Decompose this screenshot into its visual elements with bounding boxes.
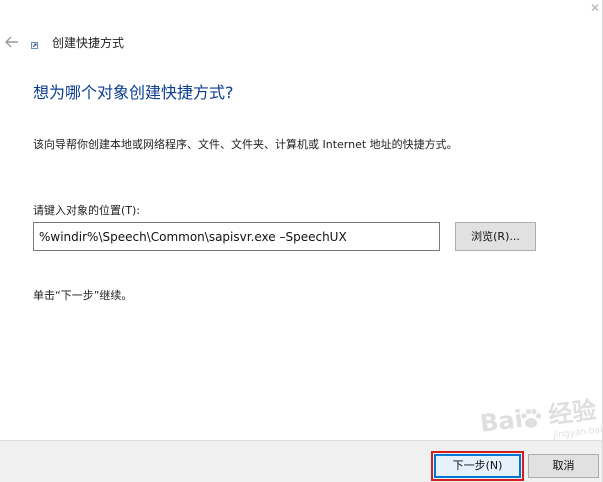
close-icon[interactable]: ✕ bbox=[587, 0, 603, 16]
shortcut-icon bbox=[31, 42, 38, 49]
wizard-description: 该向导帮你创建本地或网络程序、文件、文件夹、计算机或 Internet 地址的快… bbox=[33, 138, 458, 151]
back-arrow-icon bbox=[5, 36, 18, 48]
back-button[interactable] bbox=[2, 33, 22, 51]
shortcut-wizard-window: ✕ 创建快捷方式 想为哪个对象创建快捷方式? 该向导帮你创建本地或网络程序、文件… bbox=[0, 0, 603, 482]
window-title: 创建快捷方式 bbox=[52, 36, 125, 50]
next-button[interactable]: 下一步(N) bbox=[434, 454, 521, 478]
paw-icon bbox=[521, 408, 542, 428]
cancel-button[interactable]: 取消 bbox=[528, 454, 599, 478]
location-label: 请键入对象的位置(T): bbox=[33, 204, 141, 217]
baidu-watermark: Bai 经验 jingyan.baidu.com bbox=[455, 396, 603, 444]
continue-hint: 单击“下一步”继续。 bbox=[33, 289, 133, 302]
browse-button[interactable]: 浏览(R)... bbox=[455, 222, 536, 251]
page-heading: 想为哪个对象创建快捷方式? bbox=[33, 83, 234, 102]
location-input[interactable] bbox=[33, 222, 440, 251]
